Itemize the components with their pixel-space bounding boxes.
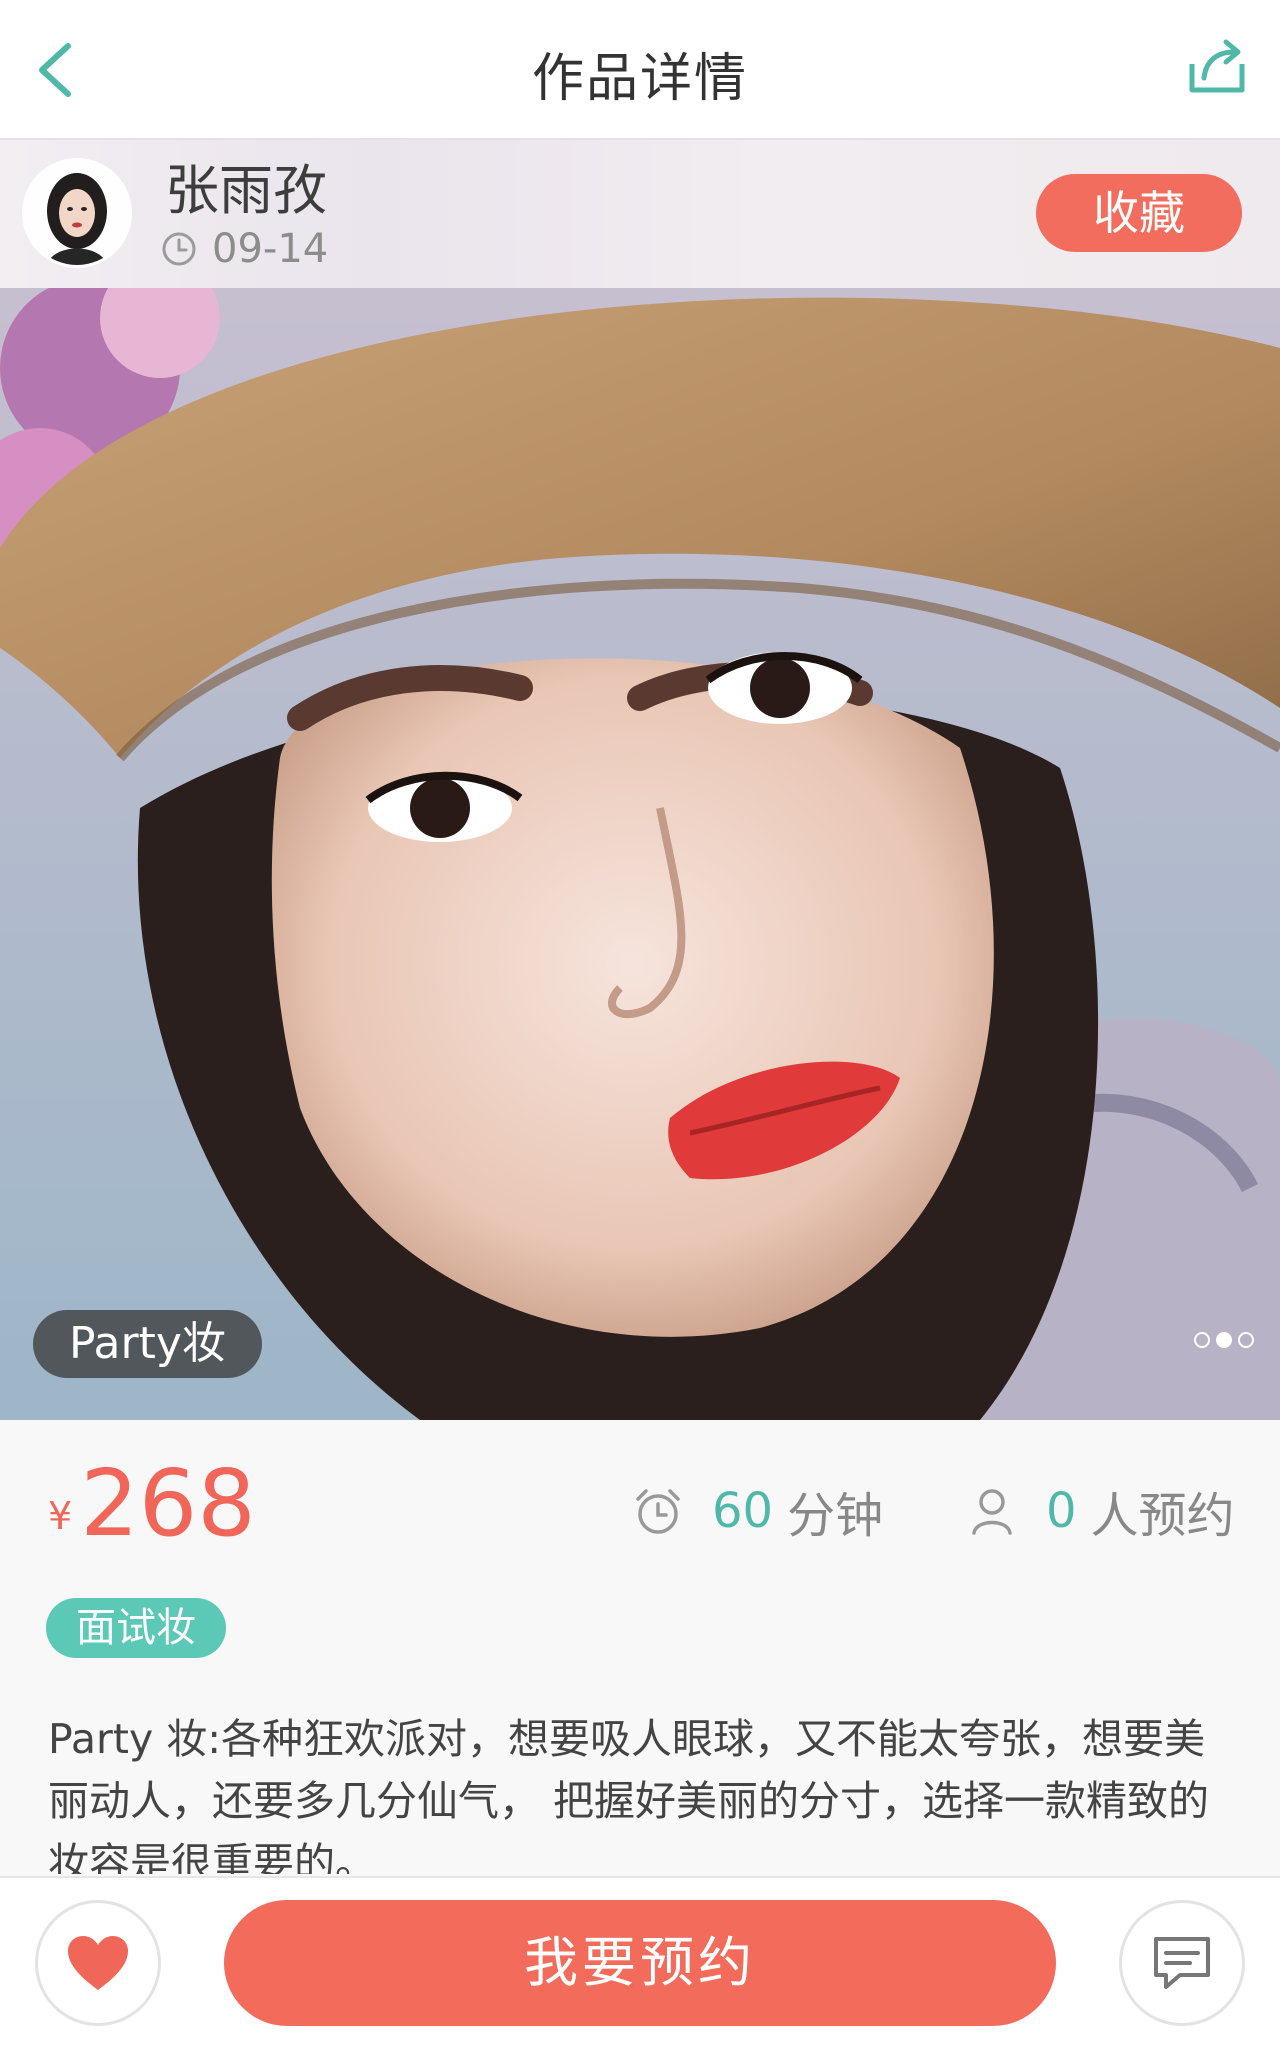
bookings-value: 0 — [1046, 1483, 1077, 1539]
price: ¥268 — [48, 1450, 256, 1557]
chat-icon — [1154, 1937, 1210, 1989]
bookings-unit: 人预约 — [1090, 1488, 1235, 1544]
top-nav: 作品详情 — [0, 0, 1280, 140]
favorite-button[interactable]: 收藏 — [1036, 174, 1242, 252]
service-description: Party 妆:各种狂欢派对，想要吸人眼球，又不能太夸张，想要美丽动人，还要多几… — [48, 1715, 1210, 1874]
like-button[interactable] — [35, 1900, 161, 2026]
bottom-action-bar: 我要预约 — [0, 1876, 1280, 2050]
portrait-photo — [0, 288, 1280, 1420]
duration-value: 60 — [712, 1483, 774, 1539]
message-button[interactable] — [1119, 1900, 1245, 2026]
clock-icon — [162, 232, 196, 266]
avatar-image — [25, 161, 129, 265]
bookings-stat: 0 人预约 — [966, 1476, 1235, 1546]
carousel-dot[interactable] — [1238, 1332, 1254, 1348]
price-amount: 268 — [80, 1450, 256, 1557]
duration-unit: 分钟 — [787, 1488, 884, 1544]
post-date: 09-14 — [160, 226, 328, 272]
duration-stat: 60 分钟 — [632, 1476, 883, 1546]
author-bar: 张雨孜 09-14 收藏 — [0, 140, 1280, 288]
service-info: ¥268 60 分钟 0 人预约 面试妆 Party 妆:各种狂欢派对，想要吸人… — [0, 1420, 1280, 1876]
carousel-dot-active[interactable] — [1216, 1332, 1232, 1348]
share-icon[interactable] — [1184, 34, 1250, 100]
style-tag: Party妆 — [33, 1310, 262, 1378]
heart-icon — [68, 1936, 128, 1990]
currency-symbol: ¥ — [48, 1494, 73, 1538]
author-name[interactable]: 张雨孜 — [165, 146, 327, 225]
avatar[interactable] — [22, 158, 132, 268]
carousel-indicator — [1194, 1332, 1254, 1348]
page-title: 作品详情 — [531, 49, 748, 109]
alarm-clock-icon — [636, 1489, 680, 1534]
person-icon — [972, 1489, 1012, 1535]
hero-image[interactable]: Party妆 — [0, 288, 1280, 1420]
category-tag[interactable]: 面试妆 — [46, 1598, 226, 1658]
book-button[interactable]: 我要预约 — [224, 1900, 1056, 2026]
post-date-text: 09-14 — [212, 226, 329, 272]
carousel-dot[interactable] — [1194, 1332, 1210, 1348]
